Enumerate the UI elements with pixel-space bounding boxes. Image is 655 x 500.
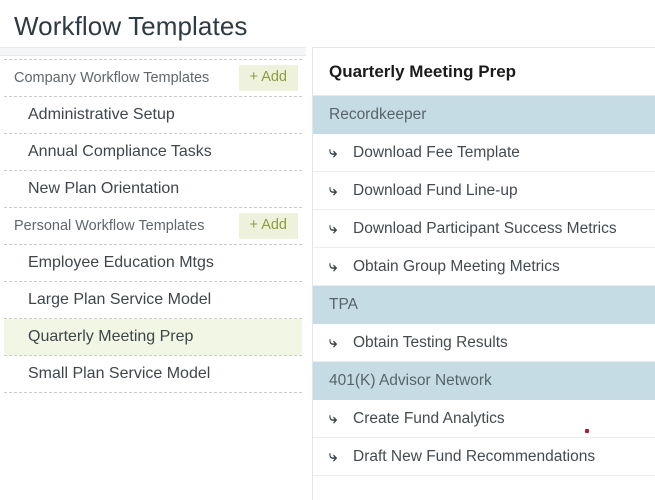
add-template-button[interactable]: + Add bbox=[238, 213, 298, 239]
task-row[interactable]: ⤷ Download Participant Success Metrics bbox=[313, 210, 655, 248]
task-label: Draft New Fund Recommendations bbox=[353, 447, 596, 465]
template-item-label: Employee Education Mtgs bbox=[28, 254, 214, 271]
subtask-arrow-icon: ⤷ bbox=[329, 410, 338, 427]
task-row[interactable]: ⤷ Create Fund Analytics bbox=[313, 400, 655, 438]
template-item-label: Small Plan Service Model bbox=[28, 365, 211, 382]
template-list-item[interactable]: Employee Education Mtgs bbox=[4, 245, 302, 282]
template-item-label: Annual Compliance Tasks bbox=[28, 143, 212, 160]
detail-task-list: Recordkeeper ⤷ Download Fee Template ⤷ Downl… bbox=[313, 96, 655, 476]
task-label: Download Fee Template bbox=[353, 143, 520, 161]
template-item-label: New Plan Orientation bbox=[28, 180, 180, 197]
task-label: Create Fund Analytics bbox=[353, 409, 505, 427]
task-label: Download Participant Success Metrics bbox=[353, 219, 617, 237]
task-section-header[interactable]: 401(K) Advisor Network bbox=[313, 362, 655, 400]
task-label: Download Fund Line-up bbox=[353, 181, 518, 199]
template-item-label: Administrative Setup bbox=[28, 106, 175, 123]
template-list-item[interactable]: Administrative Setup bbox=[4, 97, 302, 134]
task-section-header[interactable]: Recordkeeper bbox=[313, 96, 655, 134]
task-row[interactable]: ⤷ Obtain Group Meeting Metrics bbox=[313, 248, 655, 286]
task-label: Obtain Group Meeting Metrics bbox=[353, 257, 560, 275]
template-item-label: Large Plan Service Model bbox=[28, 291, 212, 308]
task-row[interactable]: ⤷ Draft New Fund Recommendations bbox=[313, 438, 655, 476]
template-item-label: Quarterly Meeting Prep bbox=[28, 328, 194, 345]
detail-header: Quarterly Meeting Prep bbox=[313, 48, 655, 96]
template-list-item[interactable]: Quarterly Meeting Prep bbox=[4, 319, 302, 356]
subtask-arrow-icon: ⤷ bbox=[329, 182, 338, 199]
workflow-templates-page: Workflow Templates Company Workflow Temp… bbox=[0, 0, 655, 500]
subtask-arrow-icon: ⤷ bbox=[329, 448, 338, 465]
task-row[interactable]: ⤷ Download Fund Line-up bbox=[313, 172, 655, 210]
task-label: Obtain Testing Results bbox=[353, 333, 508, 351]
subtask-arrow-icon: ⤷ bbox=[329, 258, 338, 275]
template-list-item[interactable]: Large Plan Service Model bbox=[4, 282, 302, 319]
template-group-label: Company Workflow Templates bbox=[14, 70, 210, 86]
task-row[interactable]: ⤷ Download Fee Template bbox=[313, 134, 655, 172]
add-template-button[interactable]: + Add bbox=[238, 65, 298, 91]
template-list: Company Workflow Templates + Add Administr… bbox=[4, 59, 302, 393]
template-list-item[interactable]: Small Plan Service Model bbox=[4, 356, 302, 393]
subtask-arrow-icon: ⤷ bbox=[329, 220, 338, 237]
detail-title: Quarterly Meeting Prep bbox=[329, 61, 517, 81]
template-list-item[interactable]: New Plan Orientation bbox=[4, 171, 302, 208]
template-detail-panel: Quarterly Meeting Prep Recordkeeper ⤷ Down… bbox=[312, 47, 655, 500]
template-list-item[interactable]: Annual Compliance Tasks bbox=[4, 134, 302, 171]
cursor-marker bbox=[585, 429, 589, 433]
subtask-arrow-icon: ⤷ bbox=[329, 334, 338, 351]
template-group-label: Personal Workflow Templates bbox=[14, 218, 205, 234]
subtask-arrow-icon: ⤷ bbox=[329, 144, 338, 161]
templates-sidebar: Company Workflow Templates + Add Administr… bbox=[0, 47, 306, 500]
template-group-row: Personal Workflow Templates + Add bbox=[4, 208, 302, 245]
sidebar-toolbar bbox=[0, 47, 306, 56]
template-group-row: Company Workflow Templates + Add bbox=[4, 60, 302, 97]
task-section-header[interactable]: TPA bbox=[313, 286, 655, 324]
task-row[interactable]: ⤷ Obtain Testing Results bbox=[313, 324, 655, 362]
page-title: Workflow Templates bbox=[14, 11, 248, 41]
